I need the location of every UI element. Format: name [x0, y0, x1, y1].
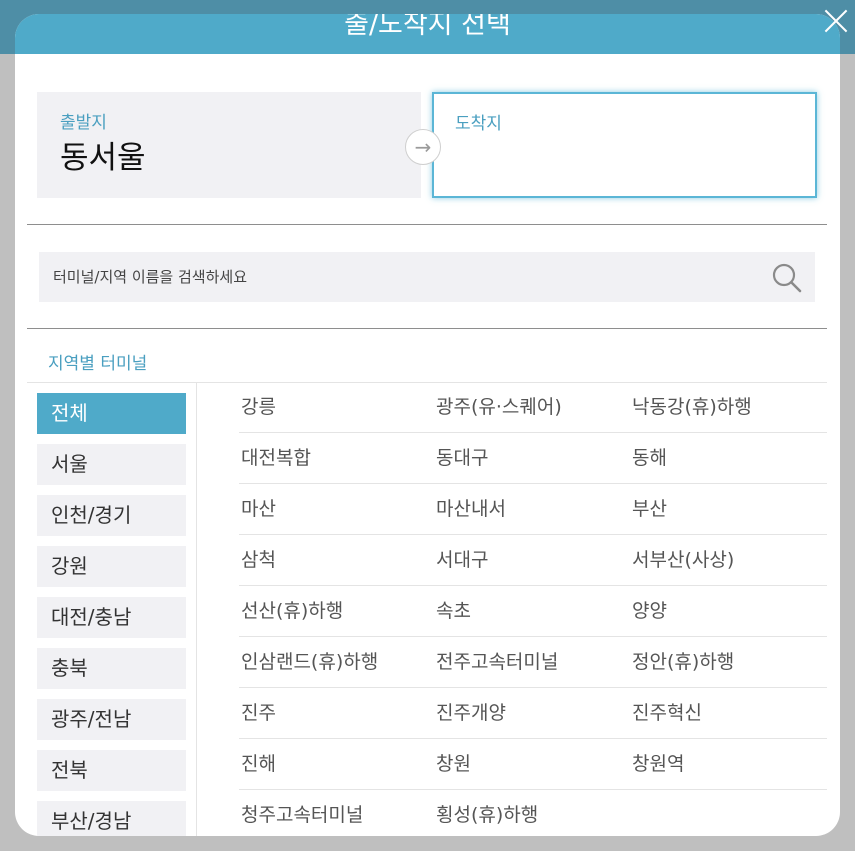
close-icon[interactable]: [823, 9, 849, 35]
region-item-jeonbuk[interactable]: 전북: [37, 750, 186, 791]
terminal-item[interactable]: 횡성(휴)하행: [436, 790, 538, 836]
terminal-item[interactable]: 진해: [241, 739, 276, 789]
departure-label: 출발지: [60, 113, 107, 133]
region-item-chungbuk[interactable]: 충북: [37, 648, 186, 689]
terminal-row: 삼척 서대구 서부산(사상): [239, 535, 827, 586]
terminal-item[interactable]: 진주: [241, 688, 276, 738]
column-divider: [196, 383, 197, 836]
terminal-item[interactable]: 서부산(사상): [632, 535, 734, 585]
region-item-incheon-gyeonggi[interactable]: 인천/경기: [37, 495, 186, 536]
terminal-item[interactable]: 동해: [632, 433, 667, 483]
terminal-list: 강릉 광주(유·스퀘어) 낙동강(휴)하행 대전복합 동대구 동해 마산 마산내…: [239, 382, 827, 836]
modal-header: 출/도착지 선택: [15, 14, 840, 54]
departure-value: 동서울: [60, 140, 146, 176]
region-item-daejeon-chungnam[interactable]: 대전/충남: [37, 597, 186, 638]
arrow-right-icon: →: [405, 129, 441, 165]
terminal-row: 강릉 광주(유·스퀘어) 낙동강(휴)하행: [239, 382, 827, 433]
section-title: 지역별 터미널: [48, 354, 148, 374]
divider: [27, 224, 827, 225]
region-list: 전체 서울 인천/경기 강원 대전/충남 충북 광주/전남 전북 부산/경남: [37, 393, 186, 836]
terminal-item[interactable]: 인삼랜드(휴)하행: [241, 637, 378, 687]
terminal-item[interactable]: 전주고속터미널: [436, 637, 558, 687]
terminal-row: 청주고속터미널 횡성(휴)하행: [239, 790, 631, 836]
terminal-item[interactable]: 삼척: [241, 535, 276, 585]
terminal-item[interactable]: 청주고속터미널: [241, 790, 363, 836]
terminal-row: 진주 진주개양 진주혁신: [239, 688, 827, 739]
terminal-item[interactable]: 낙동강(휴)하행: [632, 382, 752, 432]
terminal-item[interactable]: 진주개양: [436, 688, 506, 738]
terminal-item[interactable]: 광주(유·스퀘어): [436, 382, 562, 432]
terminal-item[interactable]: 정안(휴)하행: [632, 637, 734, 687]
terminal-item[interactable]: 양양: [632, 586, 667, 636]
region-item-gangwon[interactable]: 강원: [37, 546, 186, 587]
terminal-item[interactable]: 부산: [632, 484, 667, 534]
search-icon[interactable]: [770, 261, 804, 295]
terminal-row: 대전복합 동대구 동해: [239, 433, 827, 484]
arrival-field[interactable]: 도착지: [432, 92, 817, 198]
terminal-row: 인삼랜드(휴)하행 전주고속터미널 정안(휴)하행: [239, 637, 827, 688]
region-item-seoul[interactable]: 서울: [37, 444, 186, 485]
terminal-item[interactable]: 동대구: [436, 433, 488, 483]
terminal-item[interactable]: 강릉: [241, 382, 276, 432]
search-input[interactable]: [39, 252, 759, 302]
terminal-item[interactable]: 창원: [436, 739, 471, 789]
region-item-all[interactable]: 전체: [37, 393, 186, 434]
region-item-gwangju-jeonnam[interactable]: 광주/전남: [37, 699, 186, 740]
terminal-item[interactable]: 진주혁신: [632, 688, 702, 738]
terminal-row: 진해 창원 창원역: [239, 739, 827, 790]
terminal-item[interactable]: 창원역: [632, 739, 684, 789]
modal-title: 출/도착지 선택: [344, 14, 511, 40]
terminal-item[interactable]: 서대구: [436, 535, 488, 585]
divider: [27, 328, 827, 329]
arrival-label: 도착지: [455, 114, 502, 134]
terminal-item[interactable]: 속초: [436, 586, 471, 636]
terminal-row: 선산(휴)하행 속초 양양: [239, 586, 827, 637]
terminal-select-modal: 출/도착지 선택 출발지 동서울 → 도착지 지역별 터미널 전체 서울 인천/…: [15, 14, 840, 836]
terminal-row: 마산 마산내서 부산: [239, 484, 827, 535]
departure-field[interactable]: 출발지 동서울: [37, 92, 421, 198]
terminal-item[interactable]: 마산내서: [436, 484, 506, 534]
terminal-item[interactable]: 마산: [241, 484, 276, 534]
terminal-item[interactable]: 대전복합: [241, 433, 311, 483]
search-bar: [39, 252, 815, 302]
terminal-item[interactable]: 선산(휴)하행: [241, 586, 343, 636]
region-item-busan-gyeongnam[interactable]: 부산/경남: [37, 801, 186, 836]
